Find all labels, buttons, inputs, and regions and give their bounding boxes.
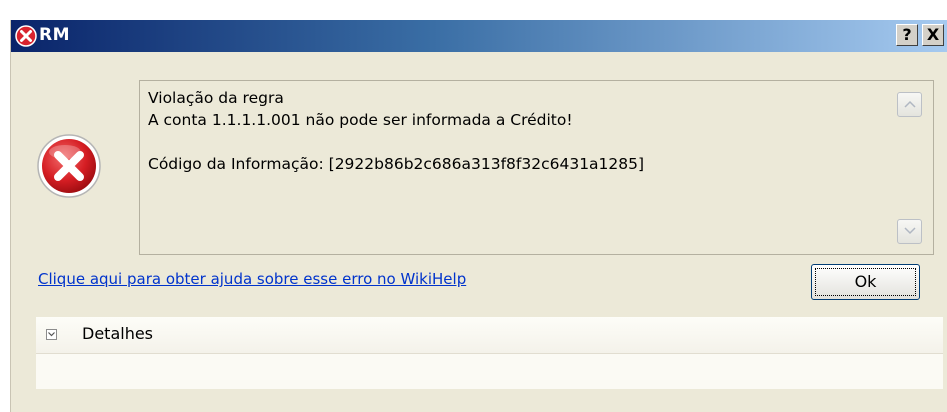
chevron-up-icon [904,100,916,108]
wikihelp-link[interactable]: Clique aqui para obter ajuda sobre esse … [38,270,466,288]
message-line-code: Código da Informação: [2922b86b2c686a313… [148,155,645,173]
ok-button[interactable]: Ok [811,264,920,300]
ok-button-label: Ok [854,272,877,291]
details-label: Detalhes [82,324,154,343]
details-panel: Detalhes [36,317,943,389]
help-button[interactable]: ? [896,24,918,46]
error-dialog: RM ? X Violação da regra A conta 1.1.1.1… [10,20,947,412]
message-line-detail: A conta 1.1.1.1.001 não pode ser informa… [148,111,573,129]
chevron-down-icon[interactable] [46,329,57,340]
app-error-icon [15,25,37,47]
close-button[interactable]: X [922,24,944,46]
scroll-down-button[interactable] [897,219,922,244]
message-text: Violação da regra A conta 1.1.1.1.001 nã… [148,87,644,175]
message-line-title: Violação da regra [148,89,284,107]
details-toggle-header[interactable]: Detalhes [36,317,943,354]
message-textbox[interactable]: Violação da regra A conta 1.1.1.1.001 nã… [139,80,934,255]
scroll-up-button[interactable] [897,92,922,117]
title-bar[interactable]: RM ? X [11,20,947,52]
chevron-down-icon [904,227,916,235]
error-icon [35,132,103,200]
window-title: RM [39,25,71,45]
